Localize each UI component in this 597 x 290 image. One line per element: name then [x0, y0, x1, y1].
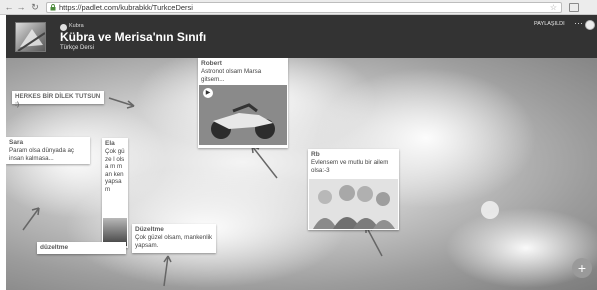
- more-options-button[interactable]: ···: [574, 18, 583, 28]
- post-author: düzeltme: [40, 244, 69, 251]
- post-author: Rb: [311, 151, 320, 158]
- lock-icon: [50, 4, 56, 11]
- reload-icon[interactable]: ↻: [30, 2, 40, 12]
- add-post-button[interactable]: +: [572, 258, 592, 278]
- post-rb[interactable]: Rb Evlensem ve mutlu bir ailem olsa:-3: [308, 149, 399, 230]
- post-ela[interactable]: Ela Çok güze l olsa m man ken yapsam: [102, 138, 128, 248]
- board-description: Türkçe Dersi: [60, 45, 95, 51]
- bookmark-star-icon[interactable]: ☆: [550, 3, 557, 13]
- post-duzeltme[interactable]: Düzeltme Çok güzel olsam, mankenlik yaps…: [132, 224, 216, 253]
- post-author: Robert: [201, 60, 222, 67]
- user-avatar[interactable]: [585, 20, 595, 30]
- padlet-header: Kubra Kübra ve Merisa'nın Sınıfı Türkçe …: [6, 15, 597, 58]
- post-body: Astronot olsam Marsa gitsem...: [201, 68, 262, 83]
- padlet-wall[interactable]: HERKES BİR DİLEK TUTSUN :) Robert Astron…: [6, 58, 597, 290]
- video-thumbnail[interactable]: ▶: [199, 85, 287, 145]
- board-title: Kübra ve Merisa'nın Sınıfı: [60, 30, 207, 44]
- post-author: Sara: [9, 139, 24, 146]
- forward-arrow-icon[interactable]: →: [16, 2, 26, 12]
- share-button[interactable]: PAYLAŞILDI: [534, 21, 565, 27]
- back-arrow-icon[interactable]: ←: [4, 2, 14, 12]
- family-photo: [309, 179, 398, 229]
- browser-menu-icon[interactable]: [569, 3, 579, 12]
- post-author: Ela: [105, 140, 115, 147]
- post-body: Evlensem ve mutlu bir ailem olsa:-3: [311, 159, 389, 174]
- post-body: Çok güze l olsa m man ken yapsam: [105, 148, 125, 193]
- author-name: Kubra: [69, 23, 84, 29]
- post-duzeltme-small[interactable]: düzeltme: [37, 242, 126, 254]
- board-thumbnail: [15, 22, 46, 52]
- post-body: Çok güzel olsam, mankenlik yapsam.: [135, 234, 213, 249]
- url-text: https://padlet.com/kubrabkk/TurkceDersi: [59, 3, 193, 12]
- post-body: Param olsa dünyada aç insan kalmasa...: [9, 147, 75, 162]
- browser-toolbar: ← → ↻ https://padlet.com/kubrabkk/Turkce…: [0, 0, 597, 15]
- post-robert[interactable]: Robert Astronot olsam Marsa gitsem... ▶: [198, 58, 288, 148]
- post-sara[interactable]: Sara Param olsa dünyada aç insan kalmasa…: [6, 137, 90, 164]
- play-icon[interactable]: ▶: [203, 88, 213, 98]
- post-wish[interactable]: HERKES BİR DİLEK TUTSUN :): [12, 91, 104, 108]
- post-title: HERKES BİR DİLEK TUTSUN :): [15, 93, 101, 108]
- address-bar[interactable]: https://padlet.com/kubrabkk/TurkceDersi …: [46, 2, 562, 13]
- post-author: Düzeltme: [135, 226, 164, 233]
